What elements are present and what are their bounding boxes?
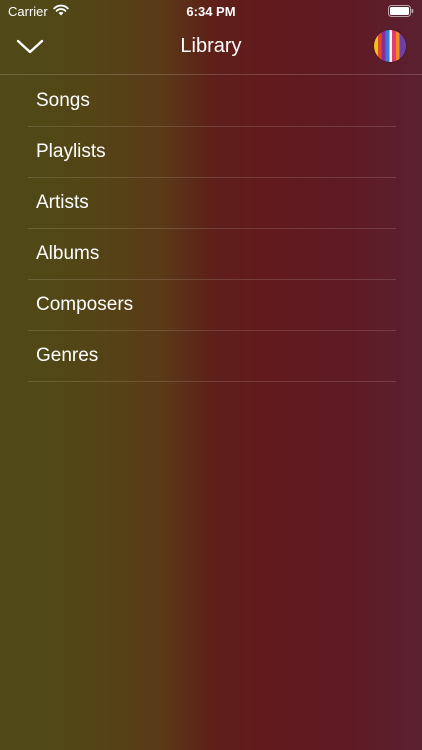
page-title: Library [180,35,242,57]
library-list: Songs Playlists Artists Albums Composers… [28,76,396,382]
navigation-bar: Library [0,22,422,75]
list-item-label: Composers [36,294,134,315]
battery-icon [388,5,414,20]
list-item-label: Playlists [36,141,106,162]
list-item-genres[interactable]: Genres [28,331,396,382]
list-item-label: Genres [36,345,99,366]
list-item-artists[interactable]: Artists [28,178,396,229]
status-bar: Carrier 6:34 PM [0,0,422,22]
list-item-playlists[interactable]: Playlists [28,127,396,178]
list-item-label: Songs [36,90,90,111]
color-wheel-icon[interactable] [374,30,406,62]
status-time: 6:34 PM [186,4,236,19]
list-item-label: Artists [36,192,89,213]
list-item-composers[interactable]: Composers [28,280,396,331]
list-item-label: Albums [36,243,100,264]
list-item-songs[interactable]: Songs [28,76,396,127]
list-item-albums[interactable]: Albums [28,229,396,280]
